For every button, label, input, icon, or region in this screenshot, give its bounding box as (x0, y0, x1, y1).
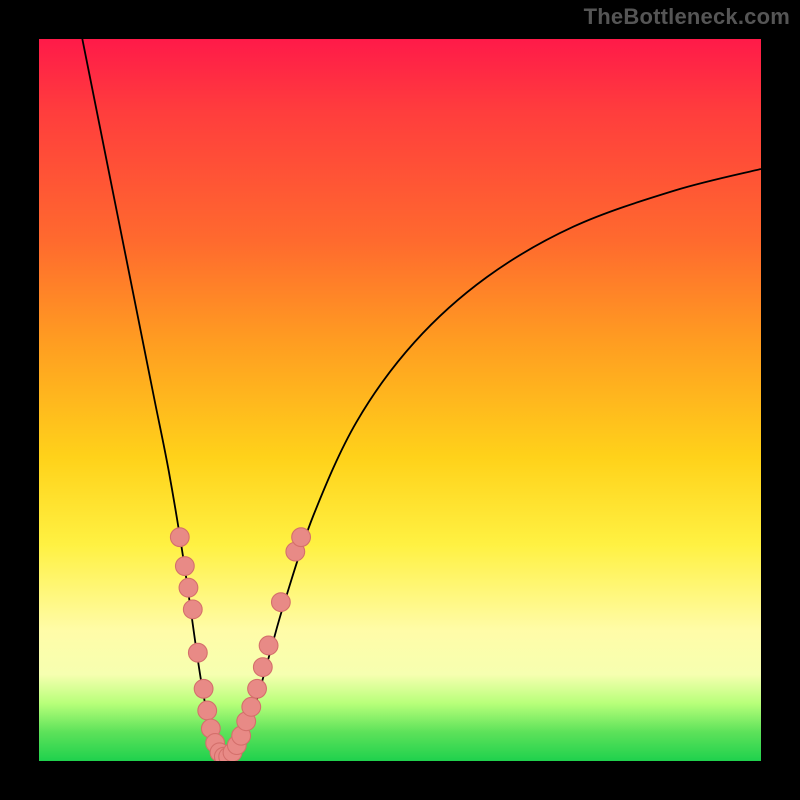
data-marker (253, 658, 272, 677)
data-marker (175, 557, 194, 576)
data-marker (242, 697, 261, 716)
data-marker (188, 643, 207, 662)
chart-svg (39, 39, 761, 761)
data-marker (198, 701, 217, 720)
plot-area (39, 39, 761, 761)
data-marker (194, 679, 213, 698)
data-markers (170, 528, 310, 761)
data-marker (183, 600, 202, 619)
data-marker (170, 528, 189, 547)
data-marker (271, 593, 290, 612)
data-marker (292, 528, 311, 547)
data-marker (259, 636, 278, 655)
watermark-text: TheBottleneck.com (584, 4, 790, 30)
data-marker (248, 679, 267, 698)
bottleneck-curve (82, 39, 761, 761)
chart-frame: TheBottleneck.com (0, 0, 800, 800)
data-marker (179, 578, 198, 597)
